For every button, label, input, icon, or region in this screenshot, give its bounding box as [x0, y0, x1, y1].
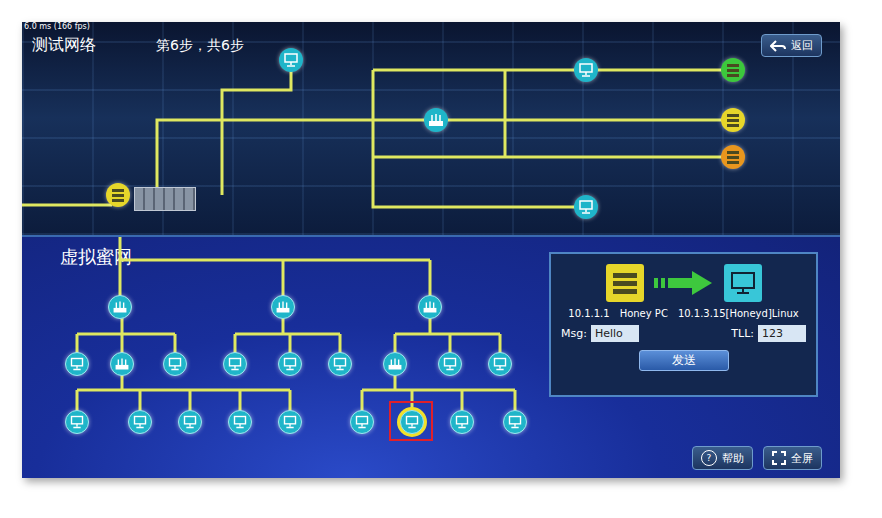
selection-box	[389, 401, 433, 441]
router-icon[interactable]	[418, 295, 442, 319]
send-button[interactable]: 发送	[639, 350, 729, 371]
host-icon[interactable]	[574, 195, 598, 219]
host-icon[interactable]	[400, 410, 424, 434]
router-icon[interactable]	[108, 295, 132, 319]
server-rack-icon	[134, 187, 196, 211]
source-ip: 10.1.1.1	[568, 308, 609, 319]
send-arrow-icon	[654, 270, 714, 296]
msg-label: Msg:	[561, 327, 587, 340]
footer-buttons: ?帮助全屏	[692, 446, 822, 470]
host-icon[interactable]	[450, 410, 474, 434]
step-indicator: 第6步，共6步	[156, 37, 244, 55]
host-icon[interactable]	[574, 58, 598, 82]
host-icon[interactable]	[163, 352, 187, 376]
fps-counter: 6.0 ms (166 fps)	[24, 22, 90, 31]
host-icon[interactable]	[65, 410, 89, 434]
help-button[interactable]: ?帮助	[692, 446, 753, 470]
back-button[interactable]: 返回	[761, 34, 822, 57]
honeynet-panel: 虚拟蜜网10.1.1.1Honey PC10.1.3.15[Honeyd]Lin…	[22, 235, 840, 478]
host-icon[interactable]	[65, 352, 89, 376]
help-icon: ?	[701, 450, 717, 466]
server-icon[interactable]	[721, 58, 745, 82]
header: 测试网络 第6步，共6步 返回	[32, 34, 822, 57]
host-icon[interactable]	[278, 352, 302, 376]
server-icon[interactable]	[721, 145, 745, 169]
router-icon[interactable]	[110, 352, 134, 376]
page: 6.0 ms (166 fps)测试网络第6步，共6步返回虚拟蜜网10.1.1.…	[0, 0, 882, 518]
page-title: 测试网络	[32, 35, 96, 56]
router-icon[interactable]	[271, 295, 295, 319]
target-label: 10.1.3.15[Honeyd]Linux	[678, 308, 799, 319]
ttl-input[interactable]: 123	[758, 325, 806, 342]
host-icon[interactable]	[503, 410, 527, 434]
source-name: Honey PC	[620, 308, 668, 319]
honey-pc-server-icon	[606, 264, 644, 302]
server-icon[interactable]	[721, 108, 745, 132]
host-icon[interactable]	[178, 410, 202, 434]
back-arrow-icon	[770, 39, 786, 53]
message-panel: 10.1.1.1 Honey PC 10.1.3.15[Honeyd]Linux Ms…	[549, 252, 818, 397]
ttl-label: TLL:	[731, 327, 754, 340]
fullscreen-icon	[772, 451, 786, 465]
host-icon[interactable]	[279, 48, 303, 72]
network-view: 6.0 ms (166 fps) 测试网络 第6步，共6步 返回	[22, 22, 840, 235]
host-icon[interactable]	[278, 410, 302, 434]
host-icon[interactable]	[223, 352, 247, 376]
msg-input[interactable]: Hello	[591, 325, 639, 342]
fullscreen-button[interactable]: 全屏	[763, 446, 822, 470]
router-icon[interactable]	[424, 108, 448, 132]
linux-host-icon	[724, 264, 762, 302]
host-icon[interactable]	[488, 352, 512, 376]
host-icon[interactable]	[328, 352, 352, 376]
host-icon[interactable]	[128, 410, 152, 434]
router-icon[interactable]	[383, 352, 407, 376]
host-icon[interactable]	[228, 410, 252, 434]
server-icon[interactable]	[106, 183, 130, 207]
host-icon[interactable]	[350, 410, 374, 434]
simulator-screen: 6.0 ms (166 fps)测试网络第6步，共6步返回虚拟蜜网10.1.1.…	[22, 22, 840, 478]
host-icon[interactable]	[438, 352, 462, 376]
